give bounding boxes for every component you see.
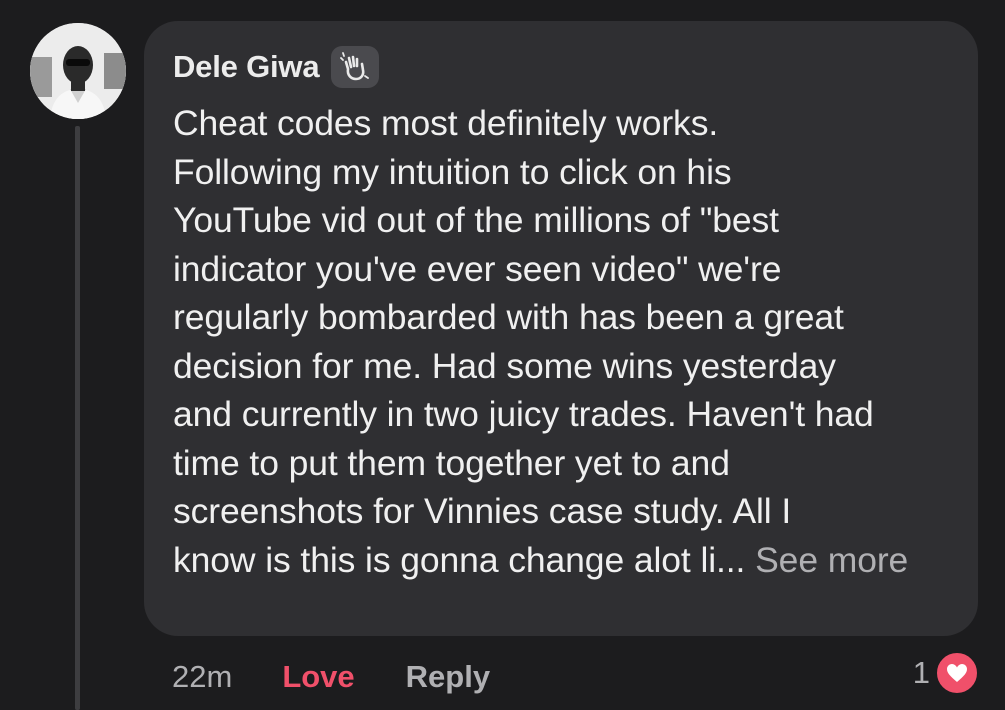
avatar-image: [30, 23, 126, 119]
reaction-summary[interactable]: 1: [913, 650, 980, 696]
comment-line: time to put them together yet to and: [173, 442, 730, 483]
comment-line: Cheat codes most definitely works.: [173, 103, 719, 143]
thread-line: [75, 126, 80, 710]
comment-actions: 22m Love Reply: [172, 652, 490, 702]
heart-icon: [934, 650, 980, 696]
author-row: Dele Giwa: [173, 39, 952, 95]
reaction-count: 1: [912, 655, 930, 690]
comment-line: and currently in two juicy trades. Haven…: [173, 394, 874, 434]
comment-line: decision for me. Had some wins yesterday: [173, 345, 836, 386]
see-more-link[interactable]: See more: [755, 540, 908, 580]
waving-hand-icon[interactable]: [331, 46, 380, 88]
comment-line: screenshots for Vinnies case study. All …: [173, 491, 792, 531]
comment-thread: Dele Giwa Cheat codes most definitely wo…: [0, 0, 1005, 710]
comment-line: Following my intuition to click on his: [173, 151, 732, 192]
timestamp: 22m: [172, 659, 233, 694]
comment-line: YouTube vid out of the millions of "best: [173, 200, 779, 240]
comment-line: regularly bombarded with has been a grea…: [173, 297, 844, 337]
avatar[interactable]: [30, 23, 126, 119]
comment-line: know is this is gonna change alot li...: [173, 539, 746, 580]
reply-button[interactable]: Reply: [406, 659, 490, 695]
comment-line: indicator you've ever seen video" we're: [173, 248, 782, 289]
author-name[interactable]: Dele Giwa: [173, 49, 320, 85]
comment-line-last: know is this is gonna change alot li... …: [173, 536, 952, 585]
comment-bubble: Dele Giwa Cheat codes most definitely wo…: [144, 21, 978, 636]
love-button[interactable]: Love: [282, 659, 354, 695]
comment-text: Cheat codes most definitely works. Follo…: [173, 99, 952, 584]
